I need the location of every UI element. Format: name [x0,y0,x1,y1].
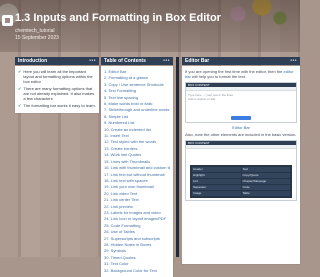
more-options-icon[interactable]: ••• [290,57,297,65]
more-options-icon[interactable]: ••• [163,57,170,65]
mock-body: Type here... / your text in the lines Ad… [188,93,234,101]
column-introduction: Introduction ••• ✔ Here you will learn a… [15,57,99,113]
checkmark-icon: ✔ [18,86,22,91]
column-title: Introduction [18,58,48,64]
column-divider [176,57,179,257]
editor-screenshot: BOX CONTENT Type here... / your text in … [185,82,297,123]
toc-link[interactable]: 24. Link Icon or layout images/PDF [104,216,170,222]
board-date: 15 September 2023 [15,35,59,41]
checkmark-icon: ✔ [18,103,22,108]
intro-card[interactable]: ✔ Here you will learn all the important … [15,66,99,113]
menu-item: Chapter/Message [241,179,290,184]
column-header-toc[interactable]: Table of Contents ••• [101,57,173,65]
column-title: Table of Contents [104,58,146,64]
menu-item: Header [192,167,241,172]
column-header-introduction[interactable]: Introduction ••• [15,57,99,65]
board-icon [2,15,13,26]
column-header-editor[interactable]: Editor Bar ••• [182,57,300,65]
column-title: Editor Bar [185,58,210,64]
editor-middle-text: Also, note the other elements are includ… [185,132,297,137]
board-author[interactable]: chemtech_tutorial [15,28,54,34]
menu-item: Separator [192,185,241,190]
editor-menu-screenshot: BOX CONTENT Header Text Highlight Copy/Quot… [185,140,297,201]
menu-item: Table [241,191,290,196]
board-title[interactable]: 1.3 Inputs and Formatting in Box Editor [15,12,221,25]
list-item: ✔ The formatting bar works it easy to le… [18,103,96,108]
menu-item: List [192,179,241,184]
toc-list: 1. Editor Bar 2. Formatting at a glance 3.… [104,69,170,274]
list-item: ✔ Here you will learn all the important … [18,69,93,84]
column-table-of-contents: Table of Contents ••• 1. Editor Bar 2. Fo… [101,57,173,277]
menu-item: Image [192,191,241,196]
list-item: ✔ There are many formatting options that… [18,86,95,101]
mock-body [186,149,296,163]
more-options-icon[interactable]: ••• [89,57,96,65]
menu-item: Highlight [192,173,241,178]
toc-link[interactable]: 16. Link with thumbnail and custom text [104,165,170,171]
editor-card[interactable]: If you are opening the first time with t… [182,66,300,264]
menu-item: Code [241,185,290,190]
board-header [0,0,300,52]
toc-link[interactable]: 32. Background Color for Text [104,268,170,274]
image-caption[interactable]: Editor Bar [185,125,297,130]
toc-link[interactable]: 17. Link text but without thumbnail [104,172,170,178]
toc-link[interactable]: 7. Strikethrough and underline words [104,107,170,113]
mock-save-button [231,116,251,120]
editor-intro-text: If you are opening the first time with t… [185,69,294,79]
insert-menu: Header Text Highlight Copy/Quote List Chapter… [190,165,292,198]
menu-item: Copy/Quote [241,173,290,178]
menu-item: Text [241,167,290,172]
toc-card[interactable]: 1. Editor Bar 2. Formatting at a glance 3.… [101,66,173,277]
column-editor-bar: Editor Bar ••• If you are opening the fi… [182,57,300,264]
checkmark-icon: ✔ [18,69,22,74]
